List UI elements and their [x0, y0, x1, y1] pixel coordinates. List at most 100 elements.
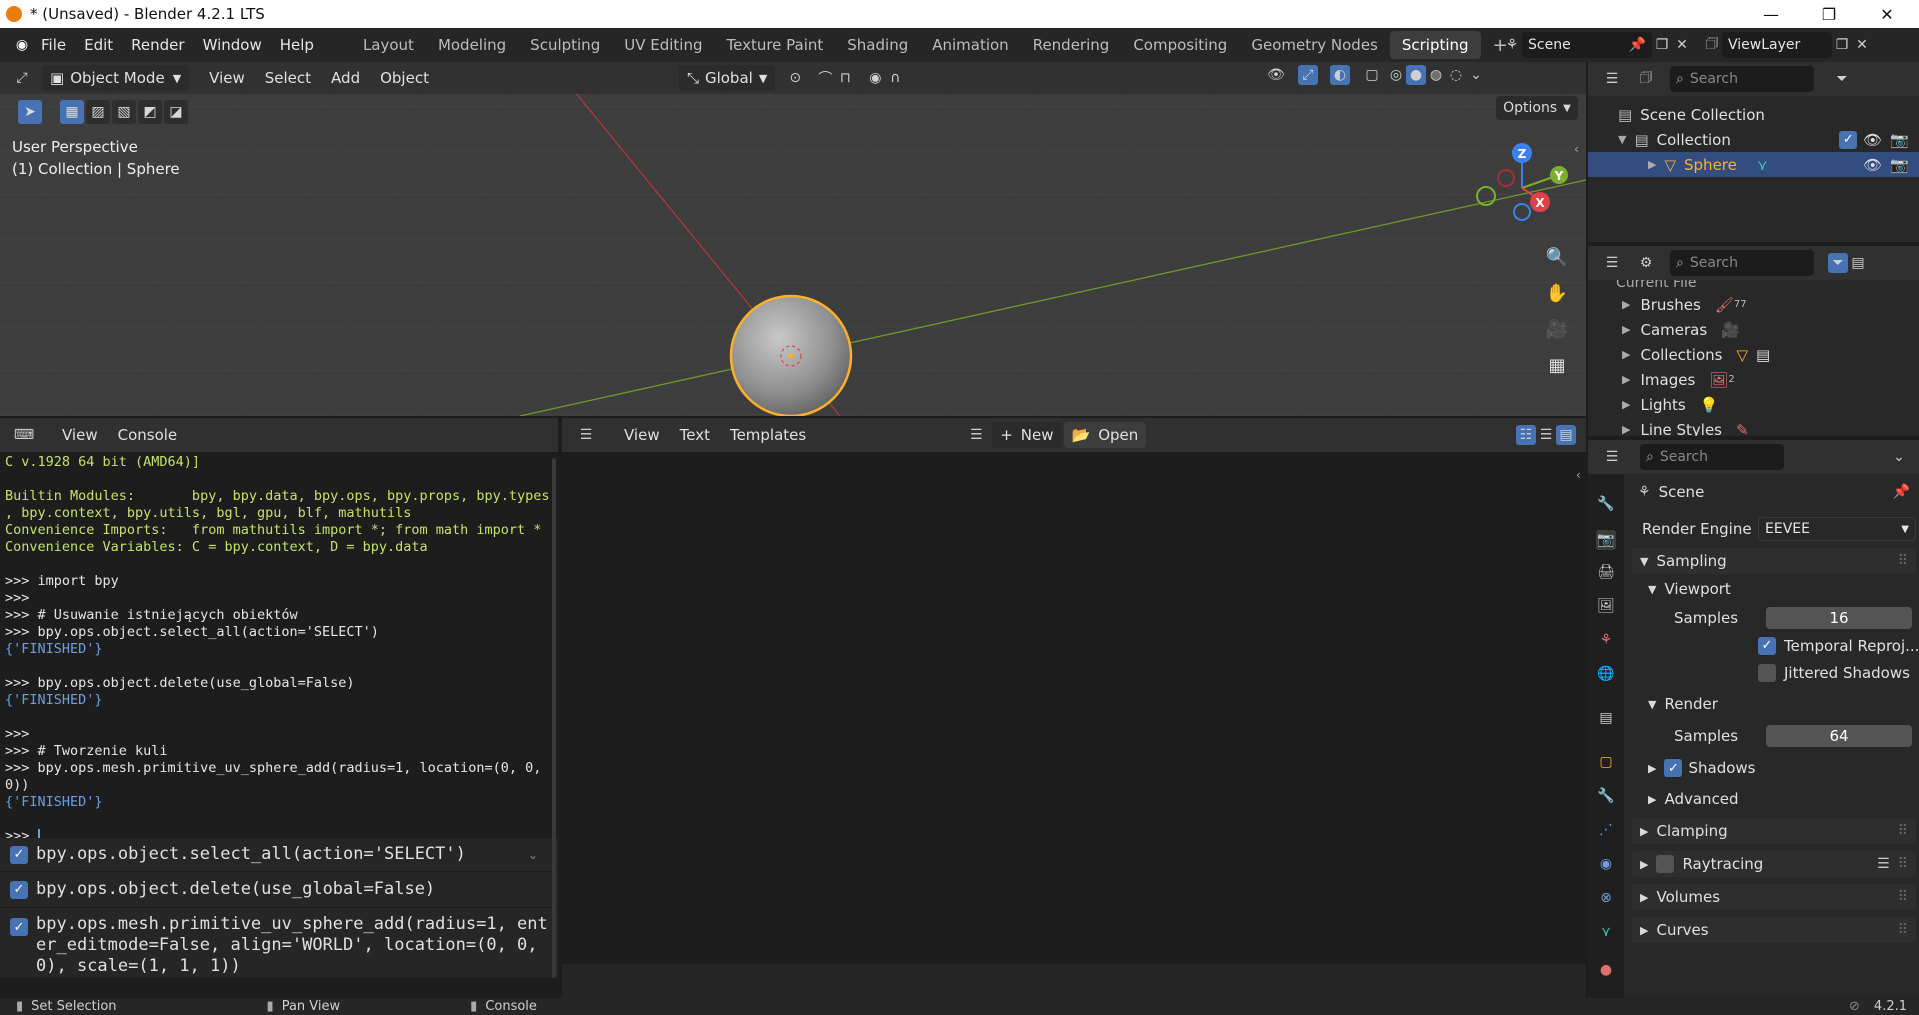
section-clamping[interactable]: ▶ Clamping ⠿	[1632, 818, 1916, 844]
data-tab-icon[interactable]: ⋎	[1596, 922, 1616, 942]
outliner-search-input[interactable]: ⌕ Search	[1670, 66, 1814, 92]
console-menu-view[interactable]: View	[52, 426, 108, 444]
editor-type-icon[interactable]: ⤢	[12, 68, 32, 88]
scene-field[interactable]: Scene 📌	[1522, 32, 1652, 58]
syntax-highlight-toggle-icon[interactable]: ▤	[1556, 425, 1576, 445]
menu-help[interactable]: Help	[271, 36, 323, 54]
blend-search-input[interactable]: ⌕ Search	[1670, 250, 1814, 276]
new-view-layer-icon[interactable]: ❐	[1832, 35, 1852, 55]
word-wrap-toggle-icon[interactable]: ☰	[1536, 425, 1556, 445]
zoom-icon[interactable]: 🔍	[1540, 240, 1574, 274]
maximize-button[interactable]: ❐	[1800, 0, 1858, 28]
text-menu-view[interactable]: View	[614, 426, 670, 444]
text-menu-text[interactable]: Text	[670, 426, 720, 444]
collection-tab-icon[interactable]: ▤	[1596, 708, 1616, 728]
world-tab-icon[interactable]: 🌐	[1596, 664, 1616, 684]
exclude-checkbox[interactable]: ✓	[1839, 130, 1858, 149]
delete-view-layer-icon[interactable]: ✕	[1852, 35, 1872, 55]
tab-compositing[interactable]: Compositing	[1121, 31, 1239, 59]
console-editor-type-icon[interactable]: ⌨	[14, 425, 34, 445]
text-editor-area[interactable]	[562, 452, 1582, 964]
select-invert-icon[interactable]: ◩	[138, 100, 162, 124]
section-viewport[interactable]: ▼ Viewport	[1632, 574, 1916, 604]
particles-tab-icon[interactable]: ⋰	[1596, 820, 1616, 840]
shading-solid-icon[interactable]: ●	[1406, 65, 1426, 85]
text-browse-icon[interactable]: ☰	[966, 425, 986, 445]
scene-selector-icon[interactable]: ⚘	[1502, 35, 1522, 55]
overlay-toggle-icon[interactable]: ◐	[1330, 65, 1350, 85]
section-volumes[interactable]: ▶ Volumes ⠿	[1632, 884, 1916, 910]
viewport-menu-add[interactable]: Add	[321, 69, 370, 87]
console-scrollbar[interactable]	[552, 458, 556, 978]
proportional-edit-icon[interactable]: ◉	[865, 68, 885, 88]
tab-sculpting[interactable]: Sculpting	[518, 31, 612, 59]
section-render[interactable]: ▼ Render	[1632, 686, 1916, 722]
viewport-menu-view[interactable]: View	[199, 69, 255, 87]
collection-camera-icon[interactable]: 📷	[1890, 131, 1909, 149]
view-layer-field[interactable]: ViewLayer	[1722, 32, 1832, 58]
outliner-row-collection[interactable]: ▼ ▤ Collection ✓ 👁 📷	[1588, 127, 1919, 152]
render-samples-field[interactable]: 64	[1766, 725, 1912, 747]
menu-edit[interactable]: Edit	[75, 36, 122, 54]
visibility-icon[interactable]: 👁	[1266, 65, 1286, 85]
view-layer-icon[interactable]: 🗇	[1702, 35, 1722, 55]
xray-toggle-icon[interactable]: ▢	[1362, 65, 1382, 85]
display-mode-icon[interactable]: 🗇	[1636, 69, 1656, 89]
minimize-button[interactable]: —	[1742, 0, 1800, 28]
modifier-tab-icon[interactable]: 🔧	[1596, 786, 1616, 806]
properties-editor-type-icon[interactable]: ☰	[1602, 447, 1622, 467]
ortho-grid-icon[interactable]: ▦	[1540, 348, 1574, 382]
outliner-row-scene-collection[interactable]: ▤ Scene Collection	[1588, 102, 1919, 127]
snap-icon[interactable]: ⌒	[815, 68, 835, 88]
blend-row-line-styles[interactable]: ▶ Line Styles ✎	[1588, 417, 1919, 437]
shading-wireframe-icon[interactable]: ◎	[1386, 65, 1406, 85]
shading-material-icon[interactable]: ◍	[1426, 65, 1446, 85]
scene-tab-icon[interactable]: ⚘	[1596, 630, 1616, 650]
constraints-tab-icon[interactable]: ⊗	[1596, 888, 1616, 908]
pan-hand-icon[interactable]: ✋	[1540, 276, 1574, 310]
object-mode-dropdown[interactable]: ▣ Object Mode ▼	[42, 65, 190, 91]
sphere-camera-icon[interactable]: 📷	[1890, 156, 1909, 174]
falloff-icon[interactable]: ∩	[885, 68, 905, 88]
purge-icon[interactable]: ▤	[1848, 253, 1868, 273]
options-dropdown[interactable]: Options ▼	[1496, 96, 1578, 120]
console-menu-console[interactable]: Console	[108, 426, 188, 444]
shading-options-icon[interactable]: ⌄	[1466, 65, 1486, 85]
shading-rendered-icon[interactable]: ◌	[1446, 65, 1466, 85]
raytracing-presets-icon[interactable]: ☰	[1877, 856, 1890, 872]
raytracing-checkbox[interactable]	[1656, 855, 1675, 873]
render-tab-icon[interactable]: 📷	[1596, 530, 1616, 550]
tab-shading[interactable]: Shading	[835, 31, 920, 59]
blend-row-collections[interactable]: ▶ Collections ▽ ▤	[1588, 342, 1919, 367]
camera-view-icon[interactable]: 🎥	[1540, 312, 1574, 346]
select-new-icon[interactable]: ▦	[60, 100, 84, 124]
physics-tab-icon[interactable]: ◉	[1596, 854, 1616, 874]
outliner-editor-type-icon[interactable]: ☰	[1602, 69, 1622, 89]
output-tab-icon[interactable]: 🖨	[1596, 562, 1616, 582]
tab-uv-editing[interactable]: UV Editing	[612, 31, 714, 59]
menu-window[interactable]: Window	[194, 36, 271, 54]
object-tab-icon[interactable]: ▢	[1596, 752, 1616, 772]
tab-geometry-nodes[interactable]: Geometry Nodes	[1239, 31, 1390, 59]
blend-display-mode-icon[interactable]: ⚙	[1636, 253, 1656, 273]
line-numbers-toggle-icon[interactable]: ☷	[1516, 425, 1536, 445]
blend-row-cameras[interactable]: ▶ Cameras 🎥	[1588, 317, 1919, 342]
transform-orientation-dropdown[interactable]: ⤡ Global ▼	[678, 65, 776, 91]
blend-editor-type-icon[interactable]: ☰	[1602, 253, 1622, 273]
delete-scene-icon[interactable]: ✕	[1672, 35, 1692, 55]
new-text-button[interactable]: + New	[992, 422, 1062, 448]
outliner-row-sphere[interactable]: ▶ ▽ Sphere ⋎ 👁 📷	[1588, 152, 1919, 177]
section-sampling[interactable]: ▼ Sampling ⠿	[1632, 548, 1916, 574]
pivot-point-icon[interactable]: ⊙	[785, 68, 805, 88]
jittered-shadows-row[interactable]: Jittered Shadows	[1632, 659, 1916, 686]
select-extend-icon[interactable]: ▨	[86, 100, 110, 124]
viewport-menu-object[interactable]: Object	[370, 69, 439, 87]
filter-icon[interactable]: ⏷	[1832, 69, 1852, 89]
blender-menu-icon[interactable]: ◉	[12, 35, 32, 55]
sphere-eye-icon[interactable]: 👁	[1863, 156, 1882, 174]
section-advanced[interactable]: ▶ Advanced	[1632, 786, 1916, 812]
blend-row-lights[interactable]: ▶ Lights 💡	[1588, 392, 1919, 417]
jittered-shadows-checkbox[interactable]	[1758, 663, 1776, 682]
tab-modeling[interactable]: Modeling	[426, 31, 518, 59]
mesh-data-icon[interactable]: ⋎	[1757, 156, 1768, 174]
